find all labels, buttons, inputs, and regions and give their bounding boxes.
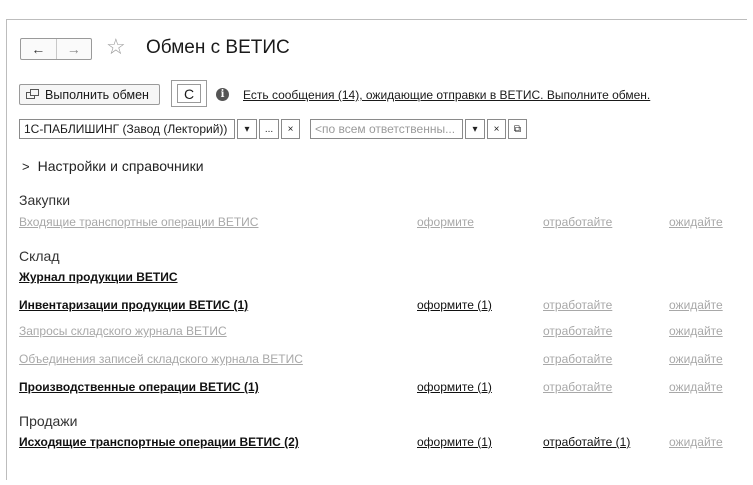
incoming-transport-link[interactable]: Входящие транспортные операции ВЕТИС: [19, 215, 258, 229]
arrow-left-icon: ←: [31, 41, 46, 57]
wait-status-link[interactable]: ожидайте: [669, 380, 723, 394]
responsible-dropdown-button[interactable]: ▾: [465, 119, 485, 139]
section-title-purchases: Закупки: [19, 192, 71, 208]
wait-status-link[interactable]: ожидайте: [669, 215, 723, 229]
close-icon: ×: [287, 123, 294, 135]
process-status-link[interactable]: отработайте: [543, 380, 612, 394]
open-window-icon: ⧉: [513, 123, 522, 135]
wait-status-link[interactable]: ожидайте: [669, 324, 723, 338]
exchange-icon: [26, 89, 39, 99]
chevron-right-icon: >: [22, 158, 30, 174]
settings-label: Настройки и справочники: [37, 158, 204, 174]
info-icon: i: [216, 88, 229, 101]
page-title: Обмен с ВЕТИС: [146, 37, 290, 58]
product-journal-link[interactable]: Журнал продукции ВЕТИС: [19, 270, 178, 284]
history-nav: ← →: [20, 38, 92, 60]
refresh-button[interactable]: C: [171, 80, 207, 107]
issue-status-link[interactable]: оформите (1): [417, 298, 492, 312]
perform-exchange-label: Выполнить обмен: [45, 87, 149, 102]
inventory-link[interactable]: Инвентаризации продукции ВЕТИС (1): [19, 298, 248, 312]
chevron-down-icon: ▾: [244, 123, 250, 135]
responsible-clear-button[interactable]: ×: [487, 119, 506, 139]
perform-exchange-button[interactable]: Выполнить обмен: [19, 84, 160, 105]
issue-status-link[interactable]: оформите: [417, 215, 474, 229]
outgoing-transport-link[interactable]: Исходящие транспортные операции ВЕТИС (2…: [19, 435, 299, 449]
journal-merge-link[interactable]: Объединения записей складского журнала В…: [19, 352, 303, 366]
settings-group-toggle[interactable]: > Настройки и справочники: [22, 158, 204, 174]
organization-clear-button[interactable]: ×: [281, 119, 300, 139]
pending-messages-link[interactable]: Есть сообщения (14), ожидающие отправки …: [243, 88, 650, 102]
organization-field[interactable]: 1С-ПАБЛИШИНГ (Завод (Лекторий)): [19, 119, 235, 139]
forward-button[interactable]: →: [55, 39, 92, 59]
refresh-icon: C: [177, 84, 201, 103]
refresh-glyph: C: [183, 85, 195, 102]
process-status-link[interactable]: отработайте: [543, 324, 612, 338]
process-status-link[interactable]: отработайте: [543, 352, 612, 366]
wait-status-link[interactable]: ожидайте: [669, 352, 723, 366]
close-icon: ×: [493, 123, 500, 135]
responsible-field[interactable]: <по всем ответственны...: [310, 119, 463, 139]
production-operations-link[interactable]: Производственные операции ВЕТИС (1): [19, 380, 259, 394]
process-status-link[interactable]: отработайте: [543, 298, 612, 312]
wait-status-link[interactable]: ожидайте: [669, 298, 723, 312]
issue-status-link[interactable]: оформите (1): [417, 435, 492, 449]
responsible-open-button[interactable]: ⧉: [508, 119, 527, 139]
wait-status-link[interactable]: ожидайте: [669, 435, 723, 449]
back-button[interactable]: ←: [21, 39, 56, 59]
chevron-down-icon: ▾: [472, 123, 478, 135]
process-status-link[interactable]: отработайте: [543, 215, 612, 229]
organization-dropdown-button[interactable]: ▾: [237, 119, 257, 139]
issue-status-link[interactable]: оформите (1): [417, 380, 492, 394]
organization-select-button[interactable]: ...: [259, 119, 279, 139]
section-title-sales: Продажи: [19, 413, 78, 429]
arrow-right-icon: →: [66, 41, 81, 57]
process-status-link[interactable]: отработайте (1): [543, 435, 630, 449]
warehouse-journal-requests-link[interactable]: Запросы складского журнала ВЕТИС: [19, 324, 227, 338]
section-title-warehouse: Склад: [19, 248, 60, 264]
favorite-star-icon[interactable]: ☆: [106, 34, 126, 60]
